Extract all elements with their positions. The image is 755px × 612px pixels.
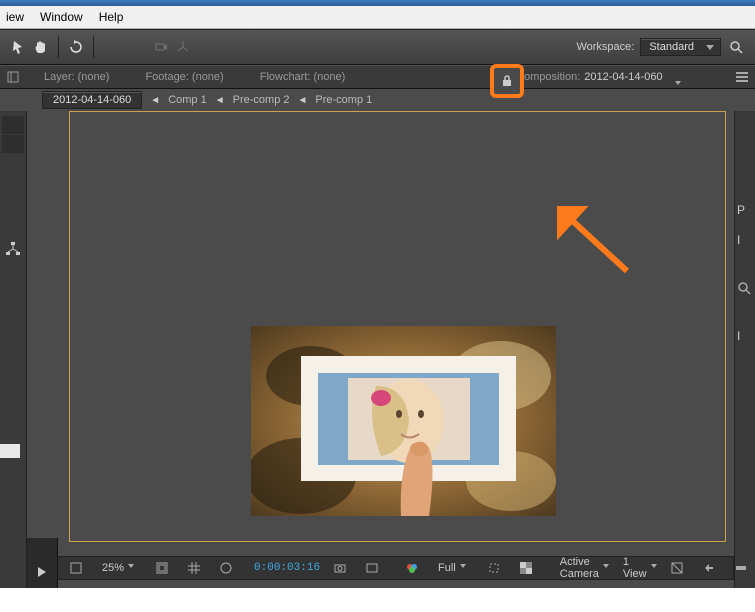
rotate-tool-icon[interactable] [65,36,87,58]
composition-breadcrumb: 2012-04-14-060 ◄ Comp 1 ◄ Pre-comp 2 ◄ P… [0,89,755,111]
tab-layer[interactable]: Layer: (none) [26,66,127,88]
panel-letter-i-icon[interactable]: I [737,329,753,345]
safe-zones-icon[interactable] [150,559,174,577]
panel-slot[interactable] [2,135,24,153]
viewer-controls: 25% 0:00:03:16 Full Active Camera 1 View [57,556,734,580]
viewer-tab-bar: Layer: (none) Footage: (none) Flowchart:… [0,65,755,89]
panel-menu-icon[interactable] [735,70,749,84]
panel-slot[interactable] [2,116,24,134]
left-dock [0,111,27,588]
pixel-aspect-icon[interactable] [665,559,689,577]
composition-label: omposition: [524,71,580,83]
tab-flowchart[interactable]: Flowchart: (none) [242,66,364,88]
main-area: 25% 0:00:03:16 Full Active Camera 1 View [0,111,755,588]
menu-window[interactable]: Window [40,10,83,24]
right-dock: P I I [734,111,755,588]
search-icon[interactable] [725,36,747,58]
views-dropdown[interactable]: 1 View [617,559,657,577]
roi-icon[interactable] [482,559,506,577]
grid-icon[interactable] [182,559,206,577]
toolbar-separator [93,36,94,58]
mask-toggle-icon[interactable] [214,559,238,577]
selected-item-marker [0,444,20,458]
breadcrumb-item[interactable]: 2012-04-14-060 [42,91,142,109]
always-preview-icon[interactable] [64,559,88,577]
play-button[interactable] [27,538,58,588]
panel-collapse-icon[interactable] [0,71,26,83]
flowchart-icon[interactable] [5,241,21,257]
lock-viewer-button[interactable] [490,64,524,98]
camera-tool-icon[interactable] [150,36,172,58]
workspace-dropdown[interactable]: Standard [640,38,721,56]
toolbar-separator [58,36,59,58]
breadcrumb-item[interactable]: Pre-comp 2 [233,94,290,106]
lock-icon [500,74,514,88]
composition-name: 2012-04-14-060 [584,71,662,83]
caret-icon: ◄ [215,95,225,106]
caret-icon: ◄ [150,95,160,106]
timeline-icon[interactable] [729,559,753,577]
workspace-label: Workspace: [576,41,634,53]
zoom-dropdown[interactable]: 25% [96,559,134,577]
tab-composition[interactable]: omposition: 2012-04-14-060 [524,66,681,88]
channel-icon[interactable] [400,559,424,577]
tab-footage[interactable]: Footage: (none) [127,66,241,88]
search-panel-icon[interactable] [737,281,753,297]
transparency-grid-icon[interactable] [514,559,538,577]
timecode[interactable]: 0:00:03:16 [254,562,320,574]
selection-tool-icon[interactable] [8,36,30,58]
menu-help[interactable]: Help [99,10,124,24]
resolution-dropdown[interactable]: Full [432,559,466,577]
hand-tool-icon[interactable] [30,36,52,58]
caret-icon: ◄ [298,95,308,106]
axis-tool-icon[interactable] [172,36,194,58]
breadcrumb-item[interactable]: Pre-comp 1 [315,94,372,106]
show-snapshot-icon[interactable] [360,559,384,577]
menu-bar: iew Window Help [0,6,755,29]
breadcrumb-item[interactable]: Comp 1 [168,94,207,106]
fast-previews-icon[interactable] [697,559,721,577]
composition-viewer[interactable]: 25% 0:00:03:16 Full Active Camera 1 View [27,111,734,588]
menu-view[interactable]: iew [6,10,24,24]
tool-bar: Workspace: Standard [0,29,755,65]
panel-letter-p-icon[interactable]: P [737,203,753,219]
preview-image [251,326,556,516]
composition-canvas[interactable] [251,326,556,516]
camera-dropdown[interactable]: Active Camera [554,559,609,577]
snapshot-icon[interactable] [328,559,352,577]
workspace-selector: Workspace: Standard [576,36,747,58]
panel-letter-i-icon[interactable]: I [737,233,753,249]
